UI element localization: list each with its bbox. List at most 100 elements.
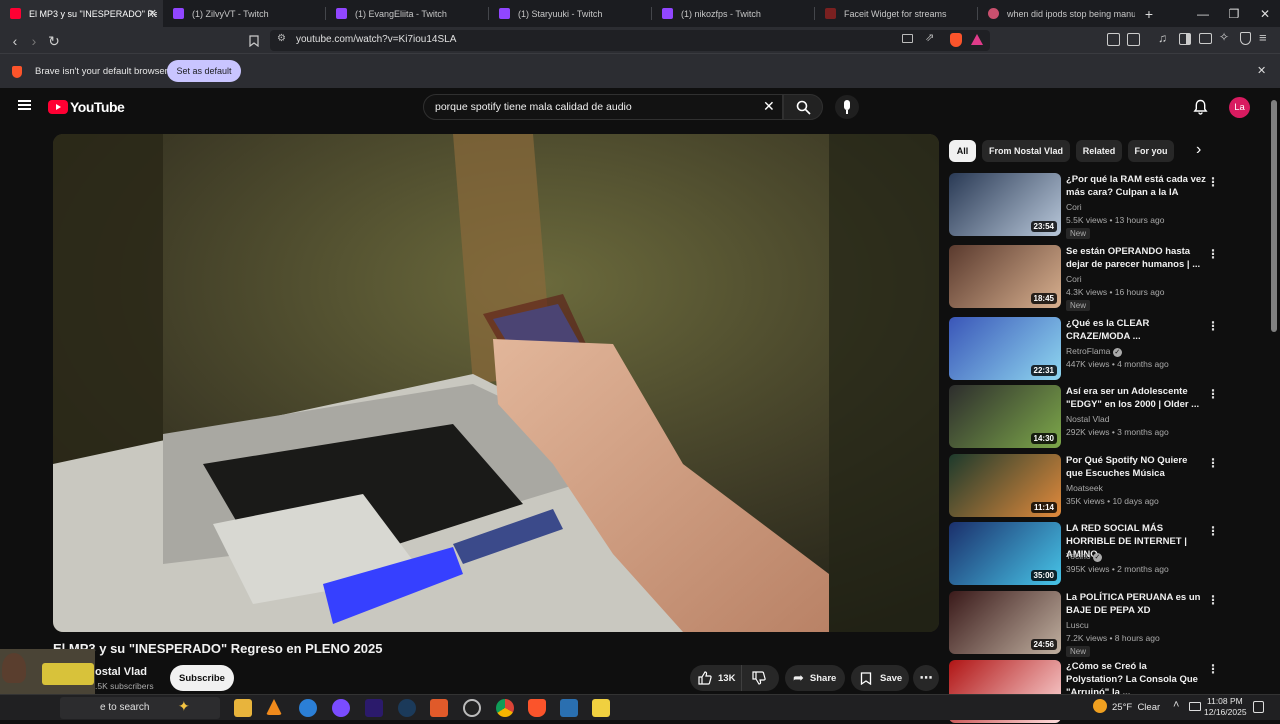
- dismiss-infobar-icon[interactable]: ✕: [1257, 64, 1266, 77]
- restore-icon[interactable]: ❐: [1218, 0, 1250, 27]
- chips-next-icon[interactable]: ›: [1196, 141, 1201, 159]
- tab-youtube-video[interactable]: El MP3 y su "INESPERADO" Reg ✕: [0, 0, 163, 27]
- address-bar[interactable]: ⚙ youtube.com/watch?v=Ki7iou14SLA ⇗: [270, 30, 990, 51]
- notifications-bell-icon[interactable]: [1193, 99, 1208, 115]
- video-thumbnail[interactable]: 18:45: [949, 245, 1061, 308]
- channel-name[interactable]: ostal Vlad: [95, 666, 147, 678]
- tab-faceit-widget[interactable]: Faceit Widget for streams: [815, 0, 978, 27]
- dex-app-icon[interactable]: [430, 699, 448, 717]
- tray-chevron-icon[interactable]: ˄: [1173, 699, 1179, 711]
- clock-date[interactable]: 12/16/2025: [1204, 707, 1247, 717]
- chip-from-channel[interactable]: From Nostal Vlad: [982, 140, 1070, 162]
- recommendation-channel[interactable]: Luscu: [1066, 620, 1089, 630]
- video-thumbnail[interactable]: 14:30: [949, 385, 1061, 448]
- brave-taskbar-icon[interactable]: [528, 699, 546, 717]
- brave-rewards-icon[interactable]: [971, 34, 983, 45]
- subscribe-button[interactable]: Subscribe: [170, 665, 234, 691]
- vlc-icon[interactable]: [266, 699, 282, 715]
- recommendation-title[interactable]: Así era ser un Adolescente "EDGY" en los…: [1066, 385, 1206, 411]
- recommendation-channel[interactable]: Nostal Vlad: [1066, 414, 1109, 424]
- more-options-icon[interactable]: ⋮: [1207, 593, 1219, 607]
- recommendation-channel[interactable]: Moatseek: [1066, 483, 1103, 493]
- recommendation-channel[interactable]: Cori: [1066, 202, 1082, 212]
- recommendation-title[interactable]: Por Qué Spotify NO Quiere que Escuches M…: [1066, 454, 1206, 480]
- more-options-icon[interactable]: ⋮: [1207, 662, 1219, 676]
- chip-for-you[interactable]: For you: [1128, 140, 1174, 162]
- close-tab-icon[interactable]: ✕: [148, 7, 157, 20]
- cast-icon[interactable]: [902, 34, 913, 43]
- weather-text[interactable]: 25°F Clear: [1112, 702, 1160, 713]
- tab-twitch-staryuuki[interactable]: (1) Staryuuki - Twitch: [489, 0, 652, 27]
- more-actions-button[interactable]: ⋯: [913, 665, 939, 691]
- chip-all[interactable]: All: [949, 140, 976, 162]
- voice-search-button[interactable]: [835, 95, 859, 119]
- recommendation-channel[interactable]: RetroFlama ✓: [1066, 346, 1122, 357]
- steam-client-icon[interactable]: [560, 699, 578, 717]
- more-options-icon[interactable]: ⋮: [1207, 247, 1219, 261]
- more-options-icon[interactable]: ⋮: [1207, 387, 1219, 401]
- menu-icon[interactable]: ≡: [1259, 30, 1267, 45]
- recommendation-item[interactable]: 11:14 Por Qué Spotify NO Quiere que Escuc…: [949, 454, 1249, 518]
- network-icon[interactable]: [1189, 702, 1201, 711]
- video-thumbnail[interactable]: 22:31: [949, 317, 1061, 380]
- hamburger-menu-icon[interactable]: [18, 100, 31, 110]
- steam-icon[interactable]: [398, 699, 416, 717]
- recommendation-title[interactable]: La POLÍTICA PERUANA es un BAJE DE PEPA X…: [1066, 591, 1206, 617]
- search-button[interactable]: [783, 94, 823, 120]
- tab-twitch-nikozfps[interactable]: (1) nikozfps - Twitch: [652, 0, 815, 27]
- reload-icon[interactable]: ↻: [45, 32, 63, 50]
- save-button[interactable]: Save: [851, 665, 909, 691]
- recommendation-item[interactable]: 35:00 LA RED SOCIAL MÁS HORRIBLE DE INTER…: [949, 522, 1249, 586]
- chip-related[interactable]: Related: [1076, 140, 1122, 162]
- obs-icon[interactable]: [463, 699, 481, 717]
- notes-app-icon[interactable]: [592, 699, 610, 717]
- notification-center-icon[interactable]: [1253, 701, 1264, 713]
- wallet-icon[interactable]: [1127, 33, 1140, 46]
- recommendation-title[interactable]: Se están OPERANDO hasta dejar de parecer…: [1066, 245, 1206, 271]
- video-thumbnail[interactable]: 23:54: [949, 173, 1061, 236]
- tab-ipod-search[interactable]: when did ipods stop being manufac: [978, 0, 1138, 27]
- close-window-icon[interactable]: ✕: [1249, 0, 1280, 27]
- share-page-icon[interactable]: ⇗: [925, 31, 934, 44]
- dislike-button[interactable]: [742, 671, 766, 685]
- media-icon[interactable]: ♫: [1158, 31, 1167, 45]
- new-tab-button[interactable]: +: [1138, 0, 1160, 27]
- search-box[interactable]: porque spotify tiene mala calidad de aud…: [423, 94, 783, 120]
- more-options-icon[interactable]: ⋮: [1207, 175, 1219, 189]
- chrome-icon[interactable]: [496, 699, 514, 717]
- video-player[interactable]: [53, 134, 939, 632]
- more-options-icon[interactable]: ⋮: [1207, 524, 1219, 538]
- recommendation-channel[interactable]: Tocino ✓: [1066, 551, 1102, 562]
- premiere-icon[interactable]: [365, 699, 383, 717]
- video-thumbnail[interactable]: 24:56: [949, 591, 1061, 654]
- recommendation-item[interactable]: 18:45 Se están OPERANDO hasta dejar de pa…: [949, 245, 1249, 311]
- recommendation-channel[interactable]: Cori: [1066, 274, 1082, 284]
- vscode-icon[interactable]: [299, 699, 317, 717]
- bookmark-icon[interactable]: [245, 32, 263, 50]
- back-icon[interactable]: ‹: [6, 32, 24, 50]
- recommendation-title[interactable]: ¿Qué es la CLEAR CRAZE/MODA ...: [1066, 317, 1206, 343]
- youtube-logo[interactable]: YouTube: [48, 99, 125, 115]
- account-avatar[interactable]: La: [1229, 97, 1250, 118]
- set-as-default-button[interactable]: Set as default: [167, 60, 241, 82]
- brave-shields-icon[interactable]: [950, 33, 962, 47]
- taskbar-search[interactable]: e to search ✦: [60, 697, 220, 719]
- recommendation-item[interactable]: 22:31 ¿Qué es la CLEAR CRAZE/MODA ... Retr…: [949, 317, 1249, 381]
- like-button[interactable]: 13K: [690, 665, 742, 691]
- recommendation-item[interactable]: 23:54 ¿Por qué la RAM está cada vez más c…: [949, 173, 1249, 239]
- recommendation-item[interactable]: 14:30 Así era ser un Adolescente "EDGY" e…: [949, 385, 1249, 449]
- discord-overlay-icon[interactable]: [332, 699, 350, 717]
- vpn-icon[interactable]: [1199, 33, 1212, 44]
- more-options-icon[interactable]: ⋮: [1207, 319, 1219, 333]
- clock-time[interactable]: 11:08 PM: [1207, 696, 1243, 706]
- clear-search-icon[interactable]: ✕: [763, 98, 775, 115]
- forward-icon[interactable]: ›: [25, 32, 43, 50]
- video-thumbnail[interactable]: 11:14: [949, 454, 1061, 517]
- page-scrollbar[interactable]: [1271, 100, 1277, 332]
- minimize-icon[interactable]: —: [1187, 0, 1219, 27]
- video-thumbnail[interactable]: 35:00: [949, 522, 1061, 585]
- search-input[interactable]: porque spotify tiene mala calidad de aud…: [435, 101, 632, 113]
- tab-twitch-evangeliita[interactable]: (1) EvangEliita - Twitch: [326, 0, 489, 27]
- sidebar-toggle-icon[interactable]: [1179, 33, 1191, 45]
- extensions-icon[interactable]: [1107, 33, 1120, 46]
